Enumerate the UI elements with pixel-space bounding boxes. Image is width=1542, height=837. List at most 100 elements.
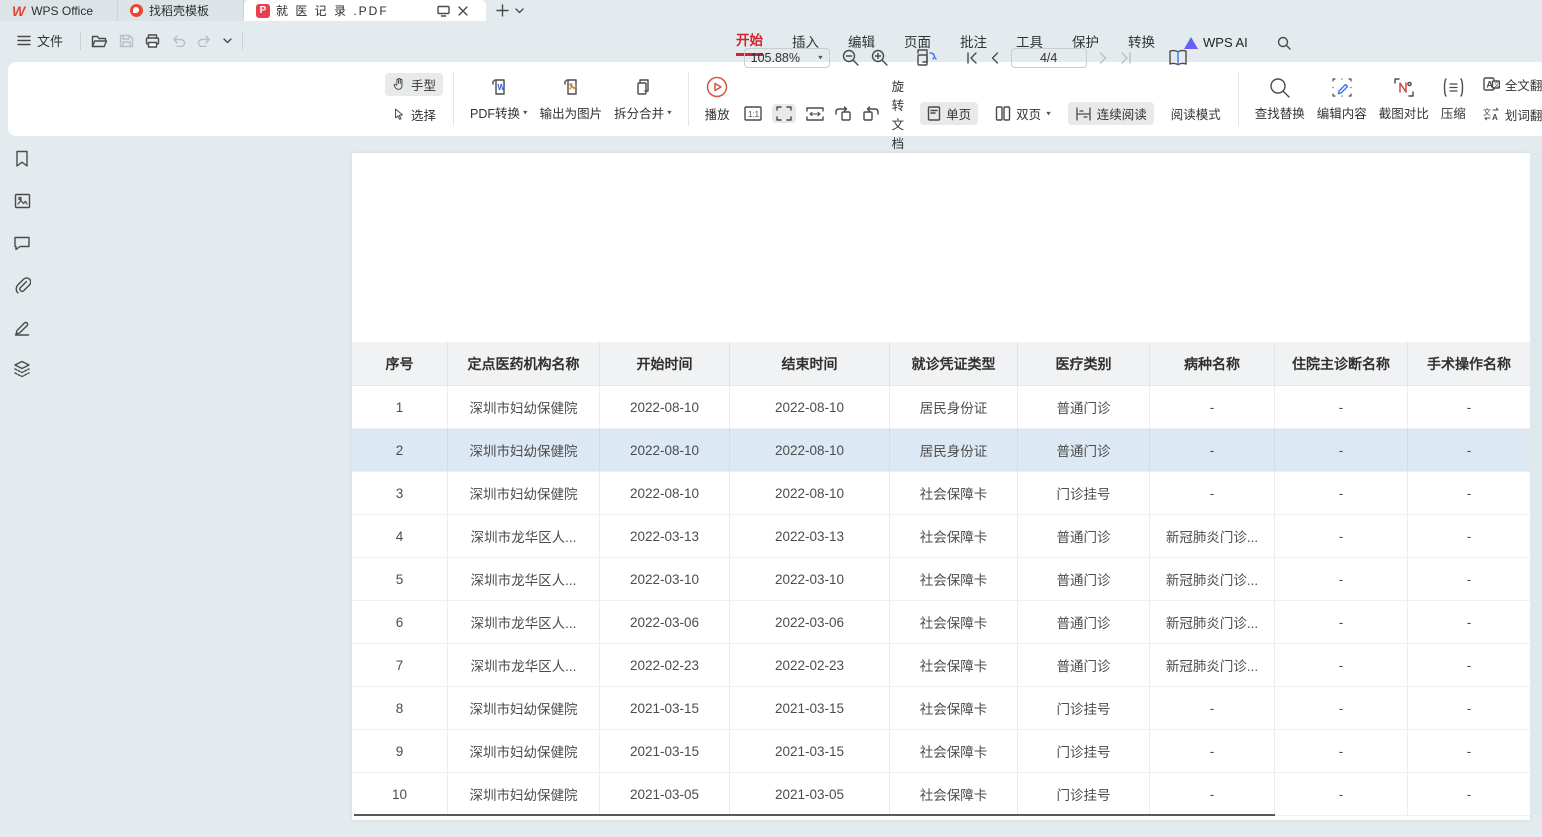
- zoom-in-icon[interactable]: [871, 49, 888, 66]
- wps-logo-icon: W: [12, 4, 25, 18]
- hand-tool-button[interactable]: 手型: [385, 73, 443, 96]
- table-cell: -: [1150, 730, 1275, 772]
- table-cell: 3: [352, 472, 448, 514]
- tab-label: 找稻壳模板: [149, 2, 209, 19]
- tab-bar: W WPS Office 找稻壳模板 P 就 医 记 录 .PDF: [0, 0, 1542, 21]
- quick-access-chevron-icon[interactable]: [223, 38, 232, 44]
- rotate-left-icon[interactable]: [834, 106, 852, 122]
- compress-label: 压缩: [1441, 103, 1466, 122]
- next-page-button[interactable]: [1099, 52, 1108, 64]
- play-label: 播放: [705, 104, 730, 123]
- actual-size-button[interactable]: 1:1: [744, 106, 762, 121]
- double-page-button[interactable]: 双页▾: [988, 102, 1058, 125]
- attachment-panel-icon[interactable]: [8, 272, 36, 298]
- tab-document[interactable]: P 就 医 记 录 .PDF: [244, 0, 486, 21]
- single-page-button[interactable]: 单页: [920, 102, 978, 125]
- find-replace-button[interactable]: 查找替换: [1249, 77, 1311, 122]
- split-merge-button[interactable]: 拆分合并▾: [608, 76, 678, 122]
- table-cell: 深圳市龙华区人...: [448, 601, 600, 643]
- table-cell: 普通门诊: [1018, 601, 1150, 643]
- table-cell: 2022-03-13: [730, 515, 890, 557]
- select-tool-button[interactable]: 选择: [385, 103, 443, 126]
- table-cell: -: [1408, 429, 1530, 471]
- undo-icon[interactable]: [171, 35, 186, 47]
- comment-panel-icon[interactable]: [8, 230, 36, 256]
- table-cell: -: [1408, 644, 1530, 686]
- pdf-convert-label: PDF转换: [470, 103, 520, 122]
- screenshot-compare-button[interactable]: 截图对比: [1373, 77, 1435, 122]
- tab-wps-office[interactable]: W WPS Office: [0, 0, 118, 21]
- table-cell: 2022-08-10: [600, 386, 730, 428]
- print-icon[interactable]: [145, 34, 160, 48]
- menu-search-icon[interactable]: [1277, 36, 1291, 50]
- page-indicator-input[interactable]: 4/4: [1011, 48, 1087, 68]
- last-page-button[interactable]: [1120, 52, 1132, 64]
- column-header: 手术操作名称: [1408, 342, 1530, 385]
- table-cell: -: [1408, 773, 1530, 815]
- previous-page-button[interactable]: [990, 52, 999, 64]
- double-page-icon: [995, 106, 1011, 121]
- select-tool-label: 选择: [411, 105, 436, 124]
- open-file-icon[interactable]: [91, 34, 108, 48]
- table-row[interactable]: 5深圳市龙华区人...2022-03-102022-03-10社会保障卡普通门诊…: [352, 558, 1530, 601]
- table-cell: 2021-03-05: [730, 773, 890, 815]
- medical-table-body: 1深圳市妇幼保健院2022-08-102022-08-10居民身份证普通门诊--…: [352, 386, 1530, 816]
- table-cell: 深圳市妇幼保健院: [448, 472, 600, 514]
- fit-width-button[interactable]: [806, 107, 824, 121]
- close-tab-icon[interactable]: [458, 6, 468, 16]
- table-cell: 普通门诊: [1018, 429, 1150, 471]
- tab-docer[interactable]: 找稻壳模板: [118, 0, 244, 21]
- rotate-right-icon[interactable]: [862, 106, 880, 122]
- table-cell: 社会保障卡: [890, 773, 1018, 815]
- document-title: 就 医 记 录 .PDF: [276, 2, 389, 19]
- pdf-page[interactable]: 序号定点医药机构名称开始时间结束时间就诊凭证类型医疗类别病种名称住院主诊断名称手…: [352, 153, 1530, 820]
- save-icon[interactable]: [119, 34, 134, 48]
- continuous-reading-button[interactable]: 连续阅读: [1068, 102, 1154, 125]
- table-cell: -: [1275, 386, 1408, 428]
- table-row[interactable]: 7深圳市龙华区人...2022-02-232022-02-23社会保障卡普通门诊…: [352, 644, 1530, 687]
- table-row[interactable]: 9深圳市妇幼保健院2021-03-152021-03-15社会保障卡门诊挂号--…: [352, 730, 1530, 773]
- table-cell: 居民身份证: [890, 386, 1018, 428]
- thumbnail-panel-icon[interactable]: [8, 188, 36, 214]
- split-merge-icon: [632, 76, 654, 98]
- document-workspace: 序号定点医药机构名称开始时间结束时间就诊凭证类型医疗类别病种名称住院主诊断名称手…: [0, 136, 1542, 837]
- find-replace-icon: [1269, 77, 1290, 98]
- table-cell: -: [1275, 558, 1408, 600]
- table-row[interactable]: 10深圳市妇幼保健院2021-03-052021-03-05社会保障卡门诊挂号-…: [352, 773, 1530, 816]
- fit-page-button[interactable]: [772, 104, 796, 123]
- table-row[interactable]: 2深圳市妇幼保健院2022-08-102022-08-10居民身份证普通门诊--…: [352, 429, 1530, 472]
- word-translate-button[interactable]: 文 A 划词翻译▾: [1476, 103, 1542, 126]
- file-menu[interactable]: 文件: [10, 29, 70, 52]
- layers-panel-icon[interactable]: [8, 356, 36, 382]
- table-row[interactable]: 6深圳市龙华区人...2022-03-062022-03-06社会保障卡普通门诊…: [352, 601, 1530, 644]
- edit-content-button[interactable]: 编辑内容: [1311, 77, 1373, 122]
- monitor-icon[interactable]: [437, 5, 450, 17]
- table-row[interactable]: 4深圳市龙华区人...2022-03-132022-03-13社会保障卡普通门诊…: [352, 515, 1530, 558]
- export-image-button[interactable]: 输出为图片: [534, 76, 609, 122]
- zoom-level-select[interactable]: 105.88%▾: [744, 48, 830, 68]
- zoom-out-icon[interactable]: [842, 49, 859, 66]
- table-row[interactable]: 3深圳市妇幼保健院2022-08-102022-08-10社会保障卡门诊挂号--…: [352, 472, 1530, 515]
- play-button[interactable]: 播放: [699, 75, 736, 123]
- new-tab-button[interactable]: [496, 4, 509, 17]
- table-cell: 2: [352, 429, 448, 471]
- signature-panel-icon[interactable]: [8, 314, 36, 340]
- table-row[interactable]: 1深圳市妇幼保健院2022-08-102022-08-10居民身份证普通门诊--…: [352, 386, 1530, 429]
- table-cell: -: [1408, 601, 1530, 643]
- bookmark-panel-icon[interactable]: [8, 146, 36, 172]
- table-cell: -: [1275, 687, 1408, 729]
- pdf-convert-button[interactable]: W PDF转换▾: [464, 76, 534, 122]
- table-cell: 2022-08-10: [730, 386, 890, 428]
- table-cell: 普通门诊: [1018, 558, 1150, 600]
- redo-icon[interactable]: [197, 35, 212, 47]
- reading-mode-button[interactable]: 阅读模式: [1164, 102, 1228, 125]
- first-page-button[interactable]: [966, 52, 978, 64]
- table-cell: 深圳市妇幼保健院: [448, 773, 600, 815]
- table-cell: -: [1408, 472, 1530, 514]
- rotate-pages-icon[interactable]: [914, 47, 938, 69]
- hand-icon: [392, 77, 406, 91]
- table-row[interactable]: 8深圳市妇幼保健院2021-03-152021-03-15社会保障卡门诊挂号--…: [352, 687, 1530, 730]
- tab-list-chevron-icon[interactable]: [515, 8, 524, 14]
- compress-button[interactable]: 压缩: [1435, 77, 1472, 122]
- full-text-translate-button[interactable]: A 文 全文翻译: [1476, 73, 1542, 96]
